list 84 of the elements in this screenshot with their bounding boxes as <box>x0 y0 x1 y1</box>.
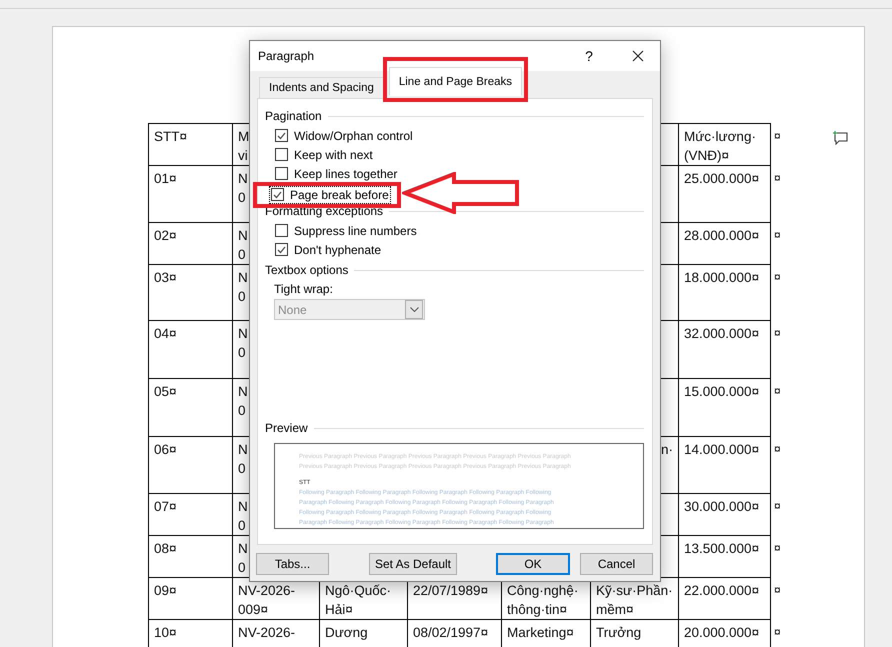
row-end-mark: ¤ <box>774 624 781 638</box>
cell-text: 03¤ <box>154 270 177 285</box>
cell-text: 25.000.000¤ <box>684 171 760 186</box>
dialog-tab[interactable]: Line and Page Breaks <box>388 67 522 96</box>
checkbox[interactable] <box>275 129 288 142</box>
cell-text: 32.000.000¤ <box>684 326 760 341</box>
row-end-mark: ¤ <box>774 128 781 142</box>
cell-text: Marketing¤ <box>507 625 574 640</box>
checkbox-option[interactable]: Page break before <box>269 186 391 204</box>
row-end-mark: ¤ <box>774 498 781 512</box>
cell-text: 07¤ <box>154 499 177 514</box>
section-heading: Pagination <box>265 109 322 123</box>
row-end-mark: ¤ <box>774 442 781 456</box>
cell-text: N 0 <box>238 270 248 304</box>
cell-text: Kỹ·sư·Phần·mềm¤ <box>596 583 673 617</box>
cell-text: n· <box>660 442 673 457</box>
section-heading: Preview <box>265 421 308 435</box>
dialog-button[interactable]: Set As Default <box>369 553 457 575</box>
cell-text: 22.000.000¤ <box>684 583 760 598</box>
row-end-mark: ¤ <box>774 170 781 184</box>
field-label: Tight wrap: <box>274 282 333 296</box>
cell-text: 13.500.000¤ <box>684 541 760 556</box>
cell-text: M vi <box>238 129 250 163</box>
checkbox-option[interactable]: Don't hyphenate <box>273 240 384 258</box>
checkbox[interactable] <box>275 148 288 161</box>
cell-text: N 0 <box>238 442 248 476</box>
checkmark-icon <box>277 132 286 140</box>
dialog-tab[interactable]: Indents and Spacing <box>259 77 384 99</box>
cell-text: 06¤ <box>154 442 177 457</box>
section-heading: Textbox options <box>265 263 348 277</box>
cell-text: 08/02/1997¤ <box>413 625 488 640</box>
cell-text: NV-2026- <box>238 625 296 640</box>
dialog-button[interactable]: OK <box>496 553 570 575</box>
cell-text: 05¤ <box>154 384 177 399</box>
chevron-down-icon <box>410 307 418 312</box>
cell-text: Công·nghệ·thông·tin¤ <box>507 583 578 617</box>
new-comment-icon[interactable] <box>832 130 848 145</box>
checkbox[interactable] <box>275 224 288 237</box>
cell-text: 01¤ <box>154 171 177 186</box>
row-end-mark: ¤ <box>774 270 781 284</box>
cell-text: 08¤ <box>154 541 177 556</box>
cell-text: 02¤ <box>154 228 177 243</box>
row-end-mark: ¤ <box>774 384 781 398</box>
cell-text: N 0 <box>238 384 248 418</box>
cell-text: 28.000.000¤ <box>684 228 760 243</box>
checkbox-option[interactable]: Suppress line numbers <box>273 222 419 240</box>
checkbox-option[interactable]: Widow/Orphan control <box>273 126 415 144</box>
checkbox[interactable] <box>275 243 288 256</box>
checkmark-icon <box>273 190 282 198</box>
cell-text: STT¤ <box>154 129 188 144</box>
row-end-mark: ¤ <box>774 228 781 242</box>
dialog-button[interactable]: Tabs... <box>256 553 329 575</box>
checkbox[interactable] <box>271 188 284 201</box>
cell-text: N 0 <box>238 171 248 205</box>
cell-text: 14.000.000¤ <box>684 442 760 457</box>
cell-text: 18.000.000¤ <box>684 270 760 285</box>
cell-text: 15.000.000¤ <box>684 384 760 399</box>
cell-text: 09¤ <box>154 583 177 598</box>
cell-text: 20.000.000¤ <box>684 625 760 640</box>
row-end-mark: ¤ <box>774 540 781 554</box>
dialog-button[interactable]: Cancel <box>580 553 653 575</box>
checkbox-option[interactable]: Keep lines together <box>273 164 400 182</box>
section-heading: Formatting exceptions <box>265 204 384 218</box>
close-icon <box>632 50 644 62</box>
cell-text: Dương <box>325 625 368 640</box>
cell-text: N 0 <box>238 499 248 533</box>
cell-text: N 0 <box>238 228 248 262</box>
cell-text: 30.000.000¤ <box>684 499 760 514</box>
cell-text: Mức·lương·(VNĐ)¤ <box>684 129 756 163</box>
row-end-mark: ¤ <box>774 582 781 596</box>
cell-text: NV-2026-009¤ <box>238 583 296 617</box>
cell-text: N 0 <box>238 326 248 360</box>
cell-text: 04¤ <box>154 326 177 341</box>
row-end-mark: ¤ <box>774 326 781 340</box>
checkbox[interactable] <box>275 167 288 180</box>
dialog-title: Paragraph <box>258 49 316 63</box>
cell-text: N 0 <box>238 541 248 575</box>
help-button[interactable]: ? <box>574 42 604 70</box>
cell-text: 10¤ <box>154 625 177 640</box>
cell-text: 22/07/1989¤ <box>413 583 488 598</box>
checkmark-icon <box>277 246 286 254</box>
cell-text: Trưởng <box>596 625 642 640</box>
checkbox-option[interactable]: Keep with next <box>273 146 375 164</box>
cell-text: Ngô·Quốc·Hải¤ <box>325 583 392 617</box>
